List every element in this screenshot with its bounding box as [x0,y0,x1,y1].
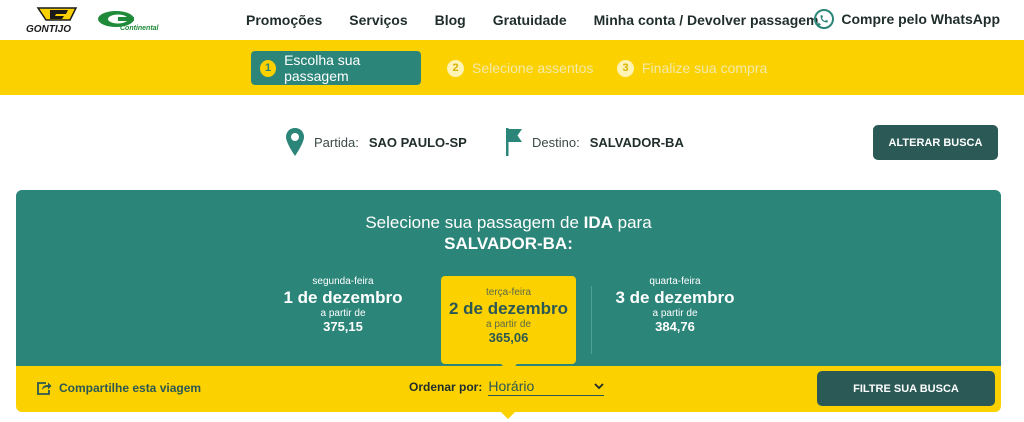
step-finalize-compra: 3 Finalize sua compra [617,51,767,85]
page: GONTIJO Continental Promoções Serviços B… [0,0,1024,422]
map-pin-icon [286,128,304,156]
panel-title-suffix: para [612,213,652,232]
share-label: Compartilhe esta viagem [59,381,202,395]
route-origin: Partida: SAO PAULO-SP [285,124,467,160]
price: 384,76 [655,319,695,334]
date: 2 de dezembro [448,299,569,318]
destination-label: Destino: [532,134,580,150]
site-header: GONTIJO Continental Promoções Serviços B… [0,0,1024,40]
route-destination: Destino: SALVADOR-BA [505,124,684,160]
nav-promocoes[interactable]: Promoções [246,12,322,28]
flag-icon [506,128,522,156]
origin-value: SAO PAULO-SP [368,134,467,150]
step-selecione-assentos: 2 Selecione assentos [447,51,593,85]
whatsapp-link[interactable]: Compre pelo WhatsApp [813,8,1000,30]
from-label: a partir de [320,308,366,319]
price: 365,06 [488,330,529,345]
panel-title-strong: IDA [583,213,613,232]
nav-minha-conta[interactable]: Minha conta / Devolver passagem [594,12,819,28]
panel-title: Selecione sua passagem de IDA para SALVA… [16,212,1001,254]
nav-gratuidade[interactable]: Gratuidade [493,12,567,28]
share-icon [37,382,52,395]
filter-bar: Compartilhe esta viagem Ordenar por: Hor… [16,366,1001,419]
main-nav: Promoções Serviços Blog Gratuidade Minha… [246,0,846,40]
step-label: Selecione assentos [472,60,594,76]
step-label: Escolha sua passagem [284,52,361,84]
order-value: Horário [488,378,535,394]
destination-value: SALVADOR-BA [589,134,684,150]
date-option-3[interactable]: quarta-feira 3 de dezembro a partir de 3… [607,276,743,335]
weekday: segunda-feira [312,276,374,287]
date-option-2-selected[interactable]: terça-feira 2 de dezembro a partir de 36… [441,276,576,372]
filtre-busca-button[interactable]: FILTRE SUA BUSCA [817,371,995,406]
step-number: 3 [617,59,634,77]
step-escolha-passagem[interactable]: 1 Escolha sua passagem [251,51,421,85]
step-number: 2 [447,59,464,77]
divider [591,286,592,354]
share-trip-link[interactable]: Compartilhe esta viagem [36,381,201,395]
whatsapp-label: Compre pelo WhatsApp [841,11,1000,27]
order-label: Ordenar por: [409,380,483,394]
weekday: quarta-feira [649,276,701,287]
origin-label: Partida: [314,134,359,150]
continental-logo[interactable]: Continental [96,10,168,32]
nav-blog[interactable]: Blog [435,12,466,28]
date: 1 de dezembro [283,288,403,307]
trip-date-panel: Selecione sua passagem de IDA para SALVA… [16,190,1001,372]
gontijo-logo[interactable]: GONTIJO [24,6,88,34]
panel-title-prefix: Selecione sua passagem de [365,213,584,232]
order-select[interactable]: Horário [488,378,605,396]
date-option-2-content: terça-feira 2 de dezembro a partir de 36… [441,287,576,346]
price: 375,15 [323,319,363,334]
date-option-1[interactable]: segunda-feira 1 de dezembro a partir de … [275,276,411,335]
chevron-down-icon [594,382,604,389]
step-label: Finalize sua compra [642,60,768,76]
whatsapp-icon [814,9,835,29]
order-by: Ordenar por: Horário [409,378,605,396]
nav-servicos[interactable]: Serviços [349,12,407,28]
alterar-busca-button[interactable]: ALTERAR BUSCA [873,125,998,160]
from-label: a partir de [652,308,698,319]
gontijo-logo-text: GONTIJO [26,24,71,34]
checkout-steps: 1 Escolha sua passagem 2 Selecione assen… [0,40,1024,95]
weekday: terça-feira [485,287,531,298]
step-number: 1 [260,59,277,77]
panel-title-destination: SALVADOR-BA: [444,234,573,253]
from-label: a partir de [485,319,532,330]
continental-logo-text: Continental [120,25,160,32]
date: 3 de dezembro [615,288,735,307]
